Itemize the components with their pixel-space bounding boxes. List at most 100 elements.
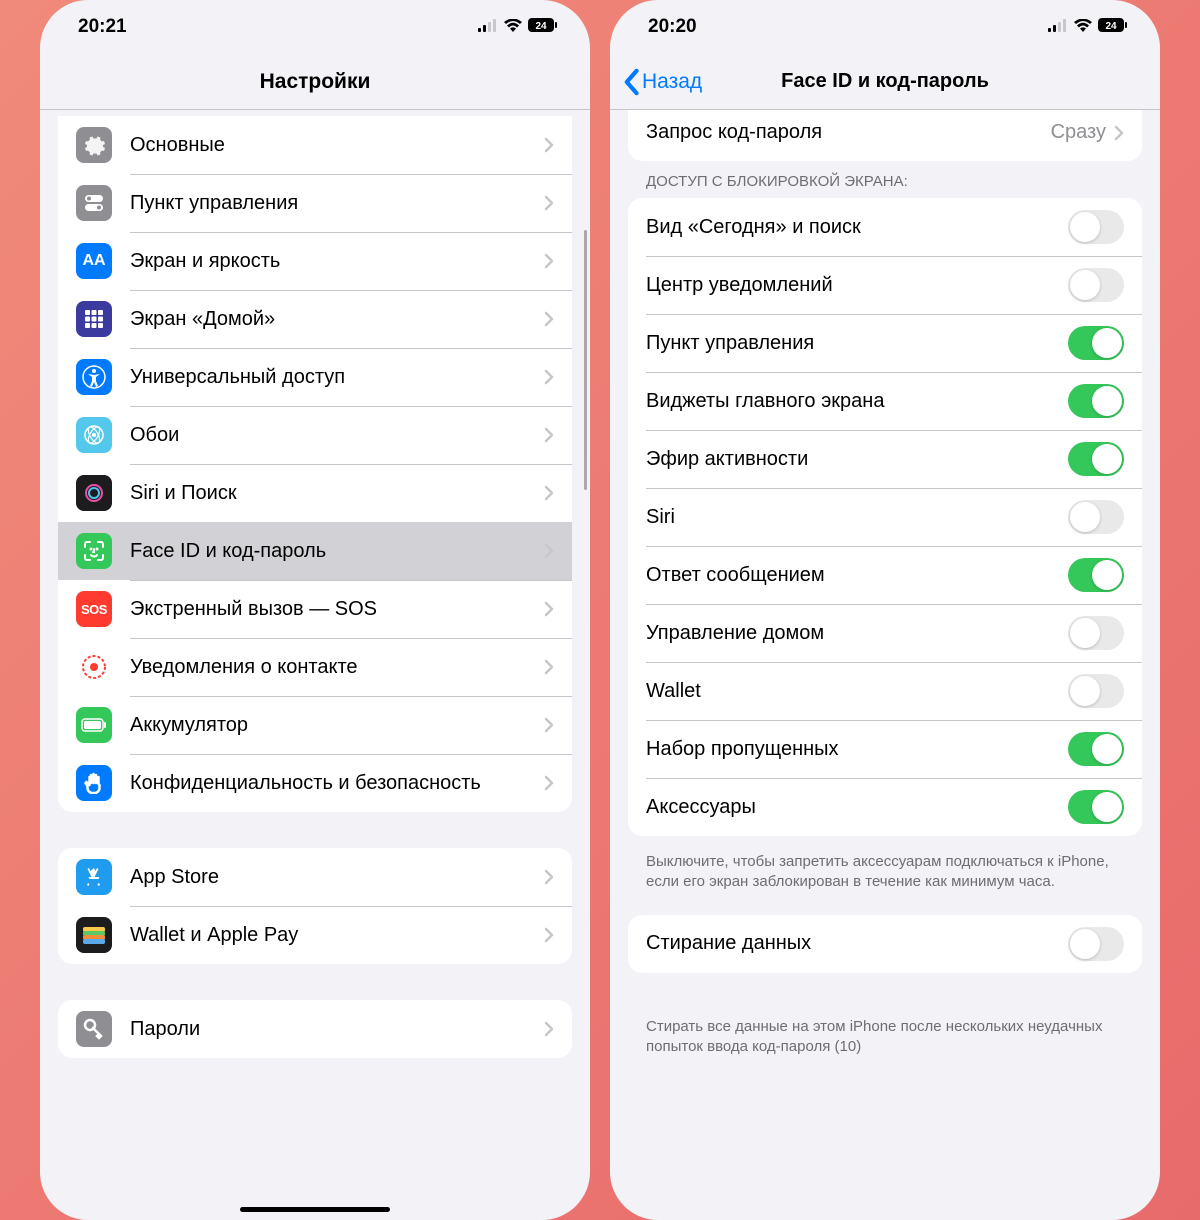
toggle-switch[interactable] [1068, 558, 1124, 592]
passcode-require-row[interactable]: Запрос код-пароля Сразу [628, 110, 1142, 161]
toggle-row[interactable]: Wallet [628, 662, 1142, 720]
section-header: ДОСТУП С БЛОКИРОВКОЙ ЭКРАНА: [610, 165, 1160, 198]
svg-text:24: 24 [1105, 21, 1117, 32]
home-indicator[interactable] [240, 1207, 390, 1212]
toggle-row[interactable]: Центр уведомлений [628, 256, 1142, 314]
back-button[interactable]: Назад [622, 68, 702, 96]
chevron-right-icon [544, 137, 554, 153]
accessibility-icon [76, 359, 112, 395]
toggle-switch[interactable] [1068, 790, 1124, 824]
chevron-right-icon [544, 717, 554, 733]
chevron-right-icon [544, 543, 554, 559]
settings-row[interactable]: Обои [58, 406, 572, 464]
row-label: Аккумулятор [130, 713, 544, 738]
toggle-row[interactable]: Виджеты главного экрана [628, 372, 1142, 430]
chevron-right-icon [544, 369, 554, 385]
row-label: Face ID и код-пароль [130, 539, 544, 564]
wallpaper-icon [76, 417, 112, 453]
status-bar: 20:20 24 [610, 0, 1160, 54]
toggle-row[interactable]: Управление домом [628, 604, 1142, 662]
toggle-row[interactable]: Набор пропущенных [628, 720, 1142, 778]
row-label: Эфир активности [646, 447, 1068, 472]
siri-icon [76, 475, 112, 511]
settings-row[interactable]: Wallet и Apple Pay [58, 906, 572, 964]
display-icon: AA [76, 243, 112, 279]
status-icons: 24 [478, 16, 558, 38]
settings-row[interactable]: Экран «Домой» [58, 290, 572, 348]
battery-icon: 24 [528, 16, 558, 38]
toggle-switch[interactable] [1068, 500, 1124, 534]
status-time: 20:20 [648, 16, 697, 38]
lock-access-group: Вид «Сегодня» и поиск Центр уведомлений Пу… [628, 198, 1142, 836]
settings-row[interactable]: Пункт управления [58, 174, 572, 232]
row-label: Уведомления о контакте [130, 655, 544, 680]
signal-icon [1048, 16, 1068, 38]
settings-row[interactable]: App Store [58, 848, 572, 906]
row-label: Запрос код-пароля [646, 120, 1051, 145]
settings-group: Пароли [58, 1000, 572, 1058]
hand-icon [76, 765, 112, 801]
status-bar: 20:21 24 [40, 0, 590, 54]
toggle-switch[interactable] [1068, 732, 1124, 766]
settings-row[interactable]: Конфиденциальность и безопасность [58, 754, 572, 812]
toggle-row[interactable]: Ответ сообщением [628, 546, 1142, 604]
toggle-switch[interactable] [1068, 384, 1124, 418]
chevron-right-icon [544, 1021, 554, 1037]
row-label: Виджеты главного экрана [646, 389, 1068, 414]
toggle-switch[interactable] [1068, 674, 1124, 708]
settings-row[interactable]: SOSЭкстренный вызов — SOS [58, 580, 572, 638]
settings-row[interactable]: Аккумулятор [58, 696, 572, 754]
erase-data-row[interactable]: Стирание данных [628, 915, 1142, 973]
row-label: Пароли [130, 1017, 544, 1042]
faceid-content[interactable]: Запрос код-пароля Сразу ДОСТУП С БЛОКИРО… [610, 110, 1160, 1220]
wallet-icon [76, 917, 112, 953]
toggle-switch[interactable] [1068, 268, 1124, 302]
section-footer: Выключите, чтобы запретить аксессуарам п… [610, 844, 1160, 915]
row-label: Набор пропущенных [646, 737, 1068, 762]
settings-row[interactable]: Основные [58, 116, 572, 174]
row-label: Основные [130, 133, 544, 158]
settings-screen: 20:21 24 Настройки Основные Пункт управле… [40, 0, 590, 1220]
toggle-row[interactable]: Аксессуары [628, 778, 1142, 836]
settings-row[interactable]: Siri и Поиск [58, 464, 572, 522]
toggle-row[interactable]: Siri [628, 488, 1142, 546]
scrollbar[interactable] [584, 230, 587, 490]
toggle-switch[interactable] [1068, 326, 1124, 360]
wifi-icon [1074, 16, 1092, 38]
erase-toggle[interactable] [1068, 927, 1124, 961]
row-label: Обои [130, 423, 544, 448]
row-label: Пункт управления [646, 331, 1068, 356]
settings-row[interactable]: AAЭкран и яркость [58, 232, 572, 290]
settings-row[interactable]: Пароли [58, 1000, 572, 1058]
row-label: Аксессуары [646, 795, 1068, 820]
sos-icon: SOS [76, 591, 112, 627]
row-label: Вид «Сегодня» и поиск [646, 215, 1068, 240]
chevron-right-icon [544, 775, 554, 791]
toggle-row[interactable]: Вид «Сегодня» и поиск [628, 198, 1142, 256]
settings-row[interactable]: Универсальный доступ [58, 348, 572, 406]
appstore-icon [76, 859, 112, 895]
toggle-row[interactable]: Пункт управления [628, 314, 1142, 372]
section-footer: Стирать все данные на этом iPhone после … [610, 1009, 1160, 1098]
toggle-switch[interactable] [1068, 210, 1124, 244]
toggle-row[interactable]: Эфир активности [628, 430, 1142, 488]
chevron-right-icon [544, 927, 554, 943]
toggles-icon [76, 185, 112, 221]
toggle-switch[interactable] [1068, 616, 1124, 650]
settings-content[interactable]: Основные Пункт управления AAЭкран и яркост… [40, 110, 590, 1220]
chevron-right-icon [544, 195, 554, 211]
chevron-right-icon [544, 659, 554, 675]
settings-row[interactable]: Face ID и код-пароль [58, 522, 572, 580]
svg-text:24: 24 [535, 21, 547, 32]
toggle-switch[interactable] [1068, 442, 1124, 476]
row-label: Управление домом [646, 621, 1068, 646]
row-label: Siri и Поиск [130, 481, 544, 506]
row-label: Стирание данных [646, 931, 1068, 956]
settings-row[interactable]: Уведомления о контакте [58, 638, 572, 696]
faceid-icon [76, 533, 112, 569]
nav-header: Настройки [40, 54, 590, 110]
gear-icon [76, 127, 112, 163]
row-value: Сразу [1051, 121, 1106, 144]
row-label: Пункт управления [130, 191, 544, 216]
settings-group: App StoreWallet и Apple Pay [58, 848, 572, 964]
